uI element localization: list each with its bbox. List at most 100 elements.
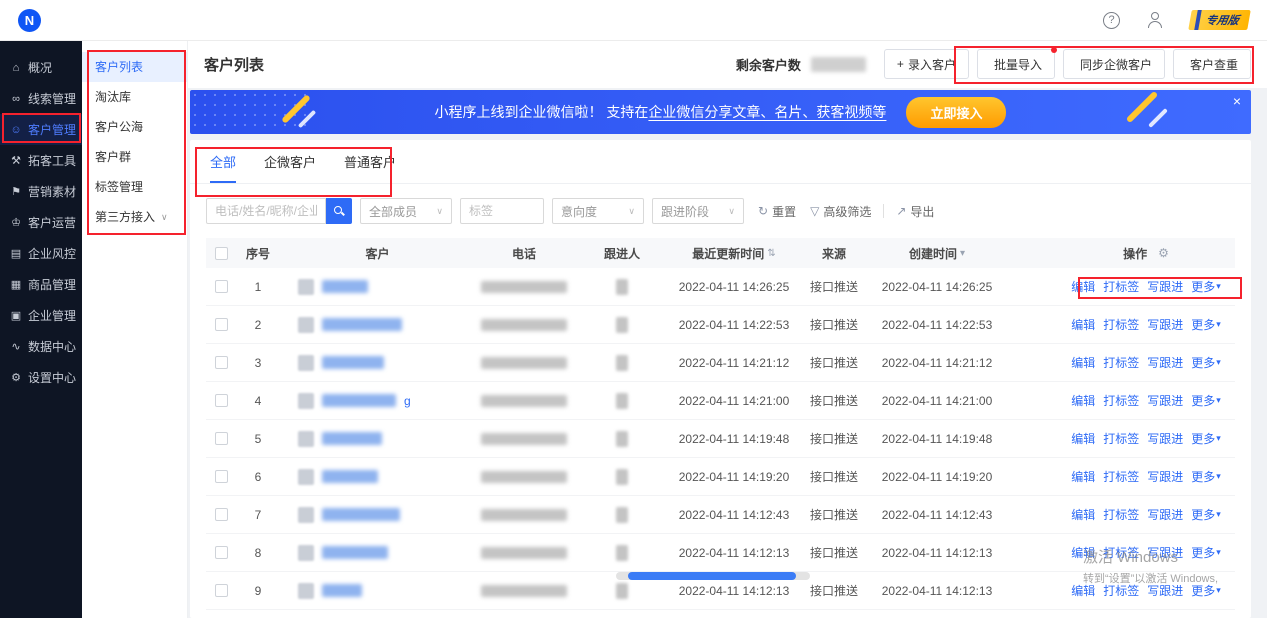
row-checkbox[interactable] <box>215 394 228 407</box>
sidebar-item[interactable]: ∿ 数据中心 <box>0 331 82 362</box>
more-link[interactable]: 更多 ▾ <box>1191 278 1221 295</box>
more-link[interactable]: 更多 ▾ <box>1191 468 1221 485</box>
more-link[interactable]: 更多 ▾ <box>1191 392 1221 409</box>
tag-link[interactable]: 打标签 <box>1103 506 1139 523</box>
follow-up-link[interactable]: 写跟进 <box>1147 544 1183 561</box>
follow-up-link[interactable]: 写跟进 <box>1147 316 1183 333</box>
horizontal-scrollbar[interactable] <box>616 572 810 580</box>
submenu-item[interactable]: 淘汰库 <box>82 82 187 112</box>
submenu-item[interactable]: 客户群 <box>82 142 187 172</box>
row-checkbox[interactable] <box>215 432 228 445</box>
tab[interactable]: 全部 <box>210 140 236 183</box>
sidebar-item[interactable]: ⚙ 设置中心 <box>0 362 82 393</box>
sidebar-item[interactable]: ▦ 商品管理 <box>0 269 82 300</box>
stage-select[interactable]: 跟进阶段 ∨ <box>652 198 744 224</box>
edit-link[interactable]: 编辑 <box>1071 316 1095 333</box>
search-input[interactable] <box>206 198 326 224</box>
tab[interactable]: 企微客户 <box>264 140 316 183</box>
customer-name-redacted[interactable] <box>322 432 382 445</box>
customer-name-redacted[interactable] <box>322 356 384 369</box>
select-all-checkbox[interactable] <box>215 247 228 260</box>
more-link[interactable]: 更多 ▾ <box>1191 354 1221 371</box>
col-created[interactable]: 创建时间 ▾ <box>871 245 1003 262</box>
edit-link[interactable]: 编辑 <box>1071 468 1095 485</box>
search-button[interactable] <box>326 198 352 224</box>
more-link[interactable]: 更多 ▾ <box>1191 506 1221 523</box>
more-link[interactable]: 更多 ▾ <box>1191 316 1221 333</box>
advanced-filter-button[interactable]: ▽ 高级筛选 <box>810 203 871 220</box>
customer-name-redacted[interactable] <box>322 546 388 559</box>
follow-up-link[interactable]: 写跟进 <box>1147 278 1183 295</box>
row-checkbox[interactable] <box>215 546 228 559</box>
submenu-item[interactable]: 第三方接入 ∨ <box>82 202 187 232</box>
user-icon[interactable] <box>1146 12 1164 28</box>
follow-up-link[interactable]: 写跟进 <box>1147 354 1183 371</box>
row-checkbox[interactable] <box>215 356 228 369</box>
row-checkbox[interactable] <box>215 508 228 521</box>
sort-desc-icon[interactable]: ▾ <box>960 248 965 259</box>
row-checkbox[interactable] <box>215 584 228 597</box>
customer-name-redacted[interactable] <box>322 508 400 521</box>
edit-link[interactable]: 编辑 <box>1071 430 1095 447</box>
tag-link[interactable]: 打标签 <box>1103 544 1139 561</box>
edit-link[interactable]: 编辑 <box>1071 392 1095 409</box>
close-icon[interactable]: × <box>1233 94 1241 108</box>
row-checkbox[interactable] <box>215 470 228 483</box>
sidebar-item[interactable]: ☺ 客户管理 <box>0 114 82 145</box>
col-updated[interactable]: 最近更新时间 ⇅ <box>671 245 797 262</box>
tag-link[interactable]: 打标签 <box>1103 430 1139 447</box>
sidebar-item[interactable]: ⌂ 概况 <box>0 52 82 83</box>
tag-link[interactable]: 打标签 <box>1103 354 1139 371</box>
app-logo[interactable]: N <box>18 9 41 32</box>
customer-name-redacted[interactable] <box>322 280 368 293</box>
tag-link[interactable]: 打标签 <box>1103 582 1139 599</box>
sidebar-item[interactable]: ⚑ 营销素材 <box>0 176 82 207</box>
tag-link[interactable]: 打标签 <box>1103 392 1139 409</box>
sidebar-item[interactable]: ∞ 线索管理 <box>0 83 82 114</box>
follow-up-link[interactable]: 写跟进 <box>1147 392 1183 409</box>
tab[interactable]: 普通客户 <box>344 140 396 183</box>
sidebar-item[interactable]: ⚒ 拓客工具 <box>0 145 82 176</box>
row-checkbox[interactable] <box>215 318 228 331</box>
header-button[interactable]: 批量导入 <box>977 49 1055 79</box>
tag-link[interactable]: 打标签 <box>1103 278 1139 295</box>
sidebar-item[interactable]: ♔ 客户运营 <box>0 207 82 238</box>
submenu-item[interactable]: 标签管理 <box>82 172 187 202</box>
gear-icon[interactable]: ⚙ <box>1158 246 1169 260</box>
edit-link[interactable]: 编辑 <box>1071 278 1095 295</box>
reset-button[interactable]: ↻ 重置 <box>758 203 796 220</box>
edit-link[interactable]: 编辑 <box>1071 354 1095 371</box>
header-button[interactable]: 客户查重 <box>1173 49 1251 79</box>
member-select[interactable]: 全部成员 ∨ <box>360 198 452 224</box>
sidebar-item[interactable]: ▣ 企业管理 <box>0 300 82 331</box>
tag-link[interactable]: 打标签 <box>1103 316 1139 333</box>
tag-input[interactable] <box>460 198 544 224</box>
edit-link[interactable]: 编辑 <box>1071 544 1095 561</box>
more-link[interactable]: 更多 ▾ <box>1191 582 1221 599</box>
edit-link[interactable]: 编辑 <box>1071 582 1095 599</box>
header-button[interactable]: 同步企微客户 <box>1063 49 1165 79</box>
tag-link[interactable]: 打标签 <box>1103 468 1139 485</box>
customer-name-redacted[interactable] <box>322 470 378 483</box>
edit-link[interactable]: 编辑 <box>1071 506 1095 523</box>
follow-up-link[interactable]: 写跟进 <box>1147 430 1183 447</box>
sort-both-icon[interactable]: ⇅ <box>767 248 775 259</box>
sidebar-item[interactable]: ▤ 企业风控 <box>0 238 82 269</box>
more-link[interactable]: 更多 ▾ <box>1191 430 1221 447</box>
submenu-item[interactable]: 客户公海 <box>82 112 187 142</box>
row-checkbox[interactable] <box>215 280 228 293</box>
header-button[interactable]: + 录入客户 <box>884 49 969 79</box>
more-link[interactable]: 更多 ▾ <box>1191 544 1221 561</box>
export-button[interactable]: ↗ 导出 <box>896 203 934 220</box>
submenu-item[interactable]: 客户列表 <box>82 52 187 82</box>
customer-name-redacted[interactable] <box>322 318 402 331</box>
customer-name-redacted[interactable] <box>322 394 396 407</box>
intent-select[interactable]: 意向度 ∨ <box>552 198 644 224</box>
follow-up-link[interactable]: 写跟进 <box>1147 506 1183 523</box>
scrollbar-thumb[interactable] <box>628 572 796 580</box>
banner-text-link[interactable]: 企业微信分享文章、名片、获客视频等 <box>648 104 886 120</box>
follow-up-link[interactable]: 写跟进 <box>1147 582 1183 599</box>
banner-cta-button[interactable]: 立即接入 <box>906 97 1006 128</box>
customer-name-redacted[interactable] <box>322 584 362 597</box>
help-icon[interactable]: ? <box>1103 12 1120 29</box>
